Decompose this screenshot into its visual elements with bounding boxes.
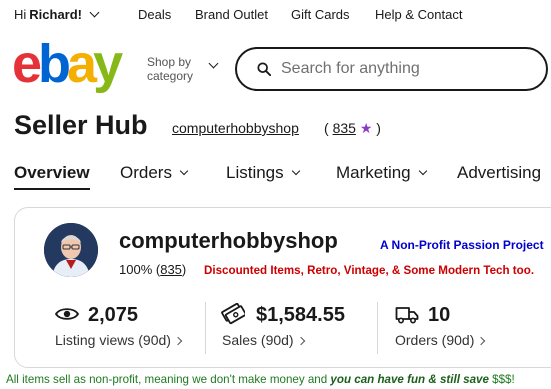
seller-photo <box>44 223 98 277</box>
feedback-count-link[interactable]: 835 <box>160 262 182 277</box>
greeting-menu[interactable]: Hi Richard! <box>14 7 100 22</box>
chevron-right-icon <box>477 336 486 345</box>
orders-value: 10 <box>428 304 451 326</box>
avatar <box>44 223 98 277</box>
greeting-name: Richard! <box>29 7 83 22</box>
search-icon <box>257 62 271 76</box>
positive-feedback: 100% (835) <box>119 262 187 277</box>
search-bar <box>235 47 548 91</box>
chevron-down-icon <box>418 166 427 176</box>
star-icon: ★ <box>359 120 373 136</box>
orders-link[interactable]: Orders (90d) <box>395 332 486 348</box>
footer-note: All items sell as non-profit, meaning we… <box>6 373 515 386</box>
search-input[interactable] <box>281 58 531 80</box>
tab-advertising[interactable]: Advertising <box>457 163 541 183</box>
sales-value: $1,584.55 <box>256 304 345 326</box>
chevron-down-icon <box>89 7 100 18</box>
chevron-down-icon <box>291 166 300 176</box>
seller-hub-tabs: Overview Orders Listings Marketing Adver… <box>0 160 551 190</box>
greeting-prefix: Hi <box>14 7 27 22</box>
shop-tagline: A Non-Profit Passion Project <box>380 238 544 252</box>
shop-by-category-button[interactable]: Shop by category <box>147 55 193 83</box>
tab-orders[interactable]: Orders <box>120 163 189 183</box>
deals-link[interactable]: Deals <box>138 7 171 22</box>
help-contact-link[interactable]: Help & Contact <box>375 7 462 22</box>
listing-views-value: 2,075 <box>88 304 139 326</box>
feedback-count: 835 <box>332 120 356 136</box>
chevron-right-icon <box>296 336 305 345</box>
shop-note: Discounted Items, Retro, Vintage, & Some… <box>204 264 535 277</box>
gift-cards-link[interactable]: Gift Cards <box>291 7 350 22</box>
truck-icon <box>395 307 419 324</box>
tab-marketing[interactable]: Marketing <box>336 163 427 183</box>
tab-listings[interactable]: Listings <box>226 163 300 183</box>
sales-link[interactable]: Sales (90d) <box>222 332 305 348</box>
divider <box>377 302 378 354</box>
listing-views-link[interactable]: Listing views (90d) <box>55 332 183 348</box>
brand-outlet-link[interactable]: Brand Outlet <box>195 7 268 22</box>
chevron-right-icon <box>173 336 183 345</box>
chevron-down-icon <box>208 58 219 69</box>
page-title: Seller Hub <box>14 110 148 140</box>
chevron-down-icon <box>179 166 189 176</box>
shop-name: computerhobbyshop <box>119 228 338 253</box>
top-bar: Hi Richard! Deals Brand Outlet Gift Card… <box>0 0 551 28</box>
store-name-link[interactable]: computerhobbyshop <box>172 120 299 136</box>
divider <box>205 302 206 354</box>
money-icon <box>221 303 245 325</box>
ebay-logo[interactable]: ebay <box>12 34 123 94</box>
tab-overview[interactable]: Overview <box>14 163 90 190</box>
eye-icon <box>55 308 79 320</box>
feedback-score[interactable]: ( 835 ★ ) <box>324 120 381 137</box>
